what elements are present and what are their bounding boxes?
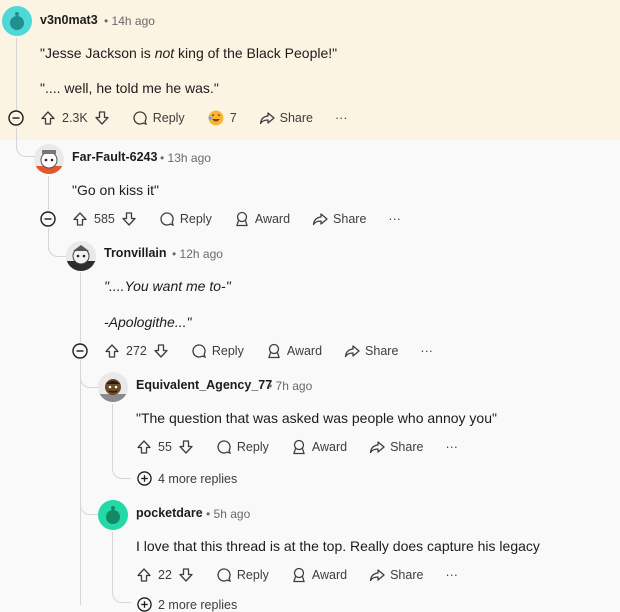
comment-timestamp: • 14h ago [104,14,155,28]
comment-username[interactable]: Far-Fault-6243 [72,150,157,164]
thread-line-5 [112,532,113,592]
vote-count: 22 [158,568,172,582]
reply-button[interactable]: Reply [132,110,185,126]
vote-count: 585 [94,212,115,226]
avatar-pocketdare[interactable] [98,500,128,530]
comment-username[interactable]: Tronvillain [104,246,167,260]
comment-bubble-icon [133,111,147,126]
comment-timestamp: • 5h ago [206,507,251,521]
comment-bubble-icon [192,344,206,359]
share-arrow-icon [369,441,385,454]
comment-text: "Jesse Jackson is not king of the Black … [40,45,338,61]
upvote-icon[interactable] [136,439,152,455]
comment-text: "....You want me to-" [104,278,231,294]
share-button[interactable]: Share [369,439,423,455]
downvote-icon[interactable] [178,567,194,583]
more-options-button[interactable]: ··· [388,212,401,226]
comment-timestamp: • 7h ago [268,379,313,393]
comment-actions: 22 Reply Award Share ··· [136,563,480,587]
share-button[interactable]: Share [369,567,423,583]
share-button[interactable]: Share [344,343,398,359]
comment-timestamp: • 13h ago [160,151,211,165]
comment-actions: 585 Reply Award Share ··· [72,207,423,231]
share-button[interactable]: Share [312,211,366,227]
award-reaction-button[interactable]: 7 [207,109,237,127]
comment-bubble-icon [217,440,231,455]
thread-line-2 [48,176,49,210]
award-button[interactable]: Award [291,567,347,583]
share-button[interactable]: Share [259,110,313,126]
thread-curve-2 [48,240,67,257]
thread-curve-3 [80,371,99,388]
thread-curve-1 [16,140,35,157]
vote-count: 272 [126,344,147,358]
reply-button[interactable]: Reply [216,567,269,583]
more-options-button[interactable]: ··· [335,111,348,125]
award-button[interactable]: Award [266,343,322,359]
avatar-tronvillain[interactable] [66,241,96,271]
comment-text-line2: -Apologithe..." [104,314,192,330]
comment-text: I love that this thread is at the top. R… [136,538,540,554]
share-arrow-icon [369,569,385,582]
downvote-icon[interactable] [94,110,110,126]
more-options-button[interactable]: ··· [445,568,458,582]
comment-bubble-icon [160,212,174,227]
thread-curve-4b [112,462,131,479]
downvote-icon[interactable] [121,211,137,227]
expand-plus-icon [137,471,152,486]
upvote-icon[interactable] [104,343,120,359]
comment-text-line2: ".... well, he told me he was." [40,80,219,96]
vote-count: 2.3K [62,111,88,125]
comment-actions: 2.3K Reply 7 Share ··· [40,106,370,130]
collapse-thread-icon[interactable] [40,211,56,227]
reply-button[interactable]: Reply [216,439,269,455]
share-arrow-icon [344,345,360,358]
more-options-button[interactable]: ··· [445,440,458,454]
more-replies-link[interactable]: 4 more replies [137,471,237,486]
share-arrow-icon [312,213,328,226]
award-icon [293,439,305,455]
thread-curve-5b [112,586,131,603]
reply-button[interactable]: Reply [191,343,244,359]
more-options-button[interactable]: ··· [420,344,433,358]
thread-curve-4 [80,498,99,515]
comment-actions: 272 Reply Award Share ··· [104,339,455,363]
avatar-v3n0mat3[interactable] [2,6,32,36]
downvote-icon[interactable] [153,343,169,359]
award-icon [293,567,305,583]
comment-username[interactable]: pocketdare [136,506,203,520]
comment-timestamp: • 12h ago [172,247,223,261]
upvote-icon[interactable] [72,211,88,227]
thread-line-4 [112,404,113,462]
downvote-icon[interactable] [178,439,194,455]
vote-count: 55 [158,440,172,454]
vote-group: 272 [104,343,169,359]
comment-username[interactable]: Equivalent_Agency_77 [136,378,272,392]
award-icon [235,211,248,227]
award-icon [267,343,280,359]
award-button[interactable]: Award [291,439,347,455]
vote-group: 585 [72,211,137,227]
upvote-icon[interactable] [136,567,152,583]
comment-bubble-icon [217,568,231,583]
share-arrow-icon [259,112,275,125]
avatar-equivalent-agency[interactable] [98,372,128,402]
vote-group: 55 [136,439,194,455]
vote-group: 2.3K [40,110,110,126]
comment-text: "Go on kiss it" [72,182,159,198]
comment-text: "The question that was asked was people … [136,410,497,426]
award-button[interactable]: Award [234,211,290,227]
thread-line-3b [80,360,81,605]
comment-actions: 55 Reply Award Share ··· [136,435,480,459]
collapse-thread-icon[interactable] [72,343,88,359]
comment-username[interactable]: v3n0mat3 [40,13,98,27]
vote-group: 22 [136,567,194,583]
thread-line-3 [80,272,81,342]
thread-line-1 [16,38,17,110]
laughing-emoji-icon [208,110,224,126]
collapse-thread-icon[interactable] [8,110,24,126]
upvote-icon[interactable] [40,110,56,126]
avatar-far-fault[interactable] [34,144,64,174]
reply-button[interactable]: Reply [159,211,212,227]
